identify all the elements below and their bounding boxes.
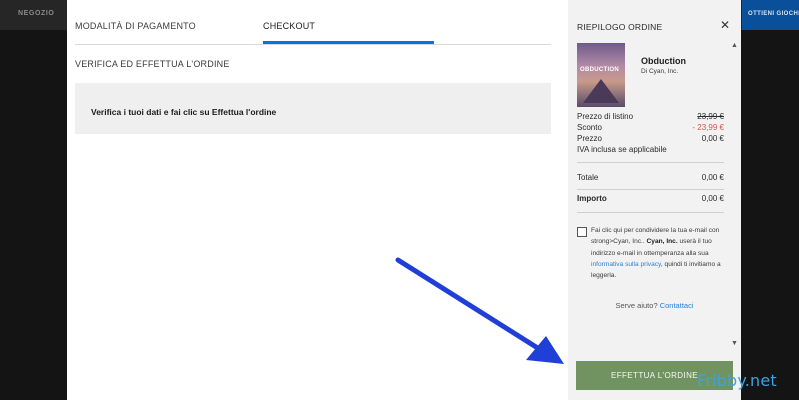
discount-label: Sconto — [577, 123, 602, 132]
price-value: 0,00 € — [701, 134, 724, 143]
price-label: Prezzo — [577, 134, 602, 143]
divider — [577, 189, 724, 190]
annotation-arrow-icon — [395, 257, 564, 364]
section-title: VERIFICA ED EFFETTUA L'ORDINE — [75, 59, 230, 69]
product-cover-image: OBDUCTION — [577, 43, 625, 107]
vat-note: IVA inclusa se applicabile — [577, 145, 667, 154]
verify-notice: Verifica i tuoi dati e fai clic su Effet… — [75, 83, 551, 134]
contact-us-link[interactable]: Contattaci — [660, 301, 694, 310]
product-name: Obduction — [641, 56, 686, 66]
divider — [577, 212, 724, 213]
product-developer: Di Cyan, Inc. — [641, 68, 679, 75]
scroll-down-icon[interactable]: ▼ — [731, 340, 738, 347]
discount-value: - 23,99 € — [692, 123, 724, 132]
watermark-text: Fribby.net — [697, 371, 777, 390]
scroll-up-icon[interactable]: ▲ — [731, 42, 738, 49]
tab-checkout[interactable]: CHECKOUT — [263, 21, 315, 31]
amount-label: Importo — [577, 194, 607, 203]
privacy-policy-link[interactable]: informativa sulla privacy — [591, 261, 661, 268]
price-row: Prezzo 0,00 € — [577, 134, 724, 145]
active-tab-indicator — [263, 41, 434, 44]
close-icon[interactable]: ✕ — [720, 18, 730, 32]
cover-art-shape — [583, 79, 619, 103]
amount-row: Importo 0,00 € — [577, 194, 724, 205]
help-question: Serve aiuto? — [615, 301, 658, 310]
verify-message: Verifica i tuoi dati e fai clic su Effet… — [91, 107, 277, 117]
share-email-checkbox[interactable] — [577, 227, 587, 237]
store-nav-label[interactable]: NEGOZIO — [18, 10, 54, 17]
cover-logo-text: OBDUCTION — [580, 67, 620, 73]
amount-value: 0,00 € — [701, 194, 724, 203]
tab-payment-methods[interactable]: MODALITÀ DI PAGAMENTO — [75, 21, 196, 31]
checkout-tabs: MODALITÀ DI PAGAMENTO CHECKOUT — [75, 0, 551, 45]
order-summary-title: RIEPILOGO ORDINE — [577, 22, 663, 32]
list-price-row: Prezzo di listino 23,99 € — [577, 112, 724, 123]
order-summary-panel: RIEPILOGO ORDINE ✕ ▲ ▼ OBDUCTION Obducti… — [568, 0, 741, 400]
help-line: Serve aiuto? Contattaci — [568, 301, 741, 310]
list-price-label: Prezzo di listino — [577, 112, 634, 121]
discount-row: Sconto - 23,99 € — [577, 123, 724, 134]
share-email-consent-text: Fai clic qui per condividere la tua e-ma… — [591, 225, 721, 281]
vat-note-row: IVA inclusa se applicabile — [577, 145, 724, 156]
total-label: Totale — [577, 173, 599, 182]
total-row: Totale 0,00 € — [577, 173, 724, 184]
consent-publisher-name: Cyan, Inc. — [646, 238, 678, 246]
get-games-button[interactable]: OTTIENI GIOCHI E — [742, 0, 799, 30]
total-value: 0,00 € — [701, 173, 724, 182]
divider — [577, 162, 724, 163]
list-price-value: 23,99 € — [697, 112, 724, 121]
